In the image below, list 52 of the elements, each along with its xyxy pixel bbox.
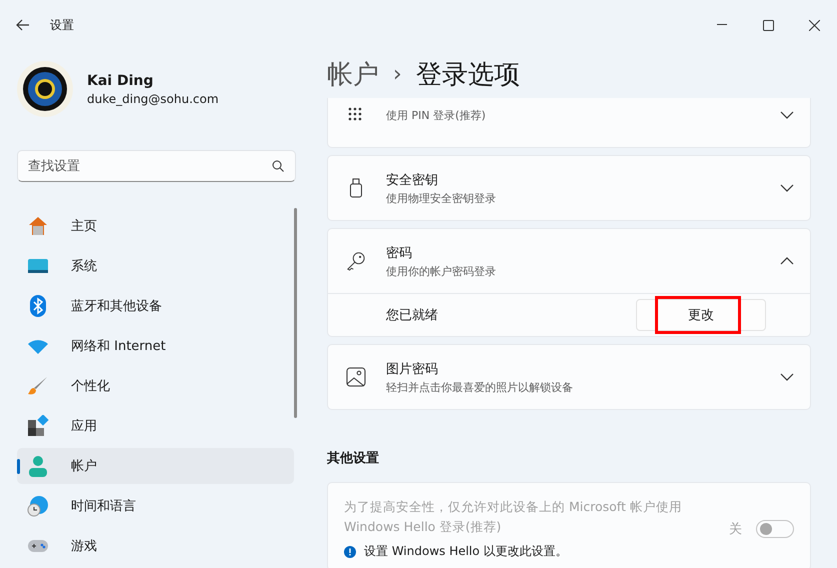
sidebar-item[interactable]: 网络和 Internet xyxy=(17,328,294,364)
option-title: 安全密钥 xyxy=(386,172,439,188)
image-icon xyxy=(346,367,366,387)
paintbrush-icon xyxy=(27,375,49,397)
gamepad-icon xyxy=(27,538,49,554)
bluetooth-icon xyxy=(30,295,46,317)
search-icon xyxy=(272,160,284,172)
monitor-icon xyxy=(27,258,49,274)
setting-description: 为了提高安全性，仅允许对此设备上的 Microsoft 帐户使用 Windows Hello 登录(推荐) xyxy=(344,498,683,536)
sidebar-item[interactable]: 应用 xyxy=(17,408,294,444)
sidebar-item[interactable]: 主页 xyxy=(17,208,294,244)
page-title: 登录选项 xyxy=(416,58,520,92)
maximize-icon xyxy=(762,20,774,30)
wifi-icon xyxy=(27,338,49,354)
back-arrow-icon[interactable] xyxy=(16,19,30,31)
window-title: 设置 xyxy=(50,16,74,34)
password-status: 您已就绪 xyxy=(386,307,439,324)
sidebar-item[interactable]: 个性化 xyxy=(17,368,294,404)
minimize-icon xyxy=(717,24,727,26)
chevron-down-icon[interactable] xyxy=(780,110,794,120)
house-icon xyxy=(27,215,49,237)
sidebar-item[interactable]: 蓝牙和其他设备 xyxy=(17,288,294,324)
option-subtitle: 轻扫并点击你最喜爱的照片以解锁设备 xyxy=(386,380,574,394)
chevron-up-icon[interactable] xyxy=(780,256,794,266)
breadcrumb-separator: › xyxy=(393,62,402,86)
sidebar-item[interactable]: 时间和语言 xyxy=(17,488,294,524)
keypad-icon xyxy=(348,107,364,123)
info-icon xyxy=(344,546,356,558)
chevron-down-icon[interactable] xyxy=(780,372,794,382)
sidebar-item[interactable]: 系统 xyxy=(17,248,294,284)
usb-key-icon xyxy=(349,178,363,198)
option-subtitle: 使用你的帐户密码登录 xyxy=(386,264,497,278)
option-title: 图片密码 xyxy=(386,360,439,378)
close-icon xyxy=(808,20,820,30)
change-button[interactable]: 更改 xyxy=(636,299,766,331)
info-text: 设置 Windows Hello 以更改此设置。 xyxy=(364,543,568,560)
option-subtitle: 使用 PIN 登录(推荐) xyxy=(386,108,487,122)
breadcrumb-parent[interactable]: 帐户 xyxy=(327,56,379,92)
user-email: duke_ding@sohu.com xyxy=(87,92,219,106)
user-name: Kai Ding xyxy=(87,72,154,88)
chevron-down-icon[interactable] xyxy=(780,183,794,193)
search-field[interactable]: 查找设置 xyxy=(17,150,296,182)
sidebar-item[interactable]: 帐户 xyxy=(17,448,294,484)
option-subtitle: 使用物理安全密钥登录 xyxy=(386,190,497,206)
toggle-state-label: 关 xyxy=(729,520,742,538)
option-title: 密码 xyxy=(386,244,413,262)
apps-icon xyxy=(27,415,49,437)
sidebar-item[interactable]: 游戏 xyxy=(17,528,294,564)
section-heading: 其他设置 xyxy=(327,450,380,467)
person-icon xyxy=(28,455,48,477)
key-icon xyxy=(346,250,366,272)
globe-clock-icon xyxy=(27,495,49,517)
